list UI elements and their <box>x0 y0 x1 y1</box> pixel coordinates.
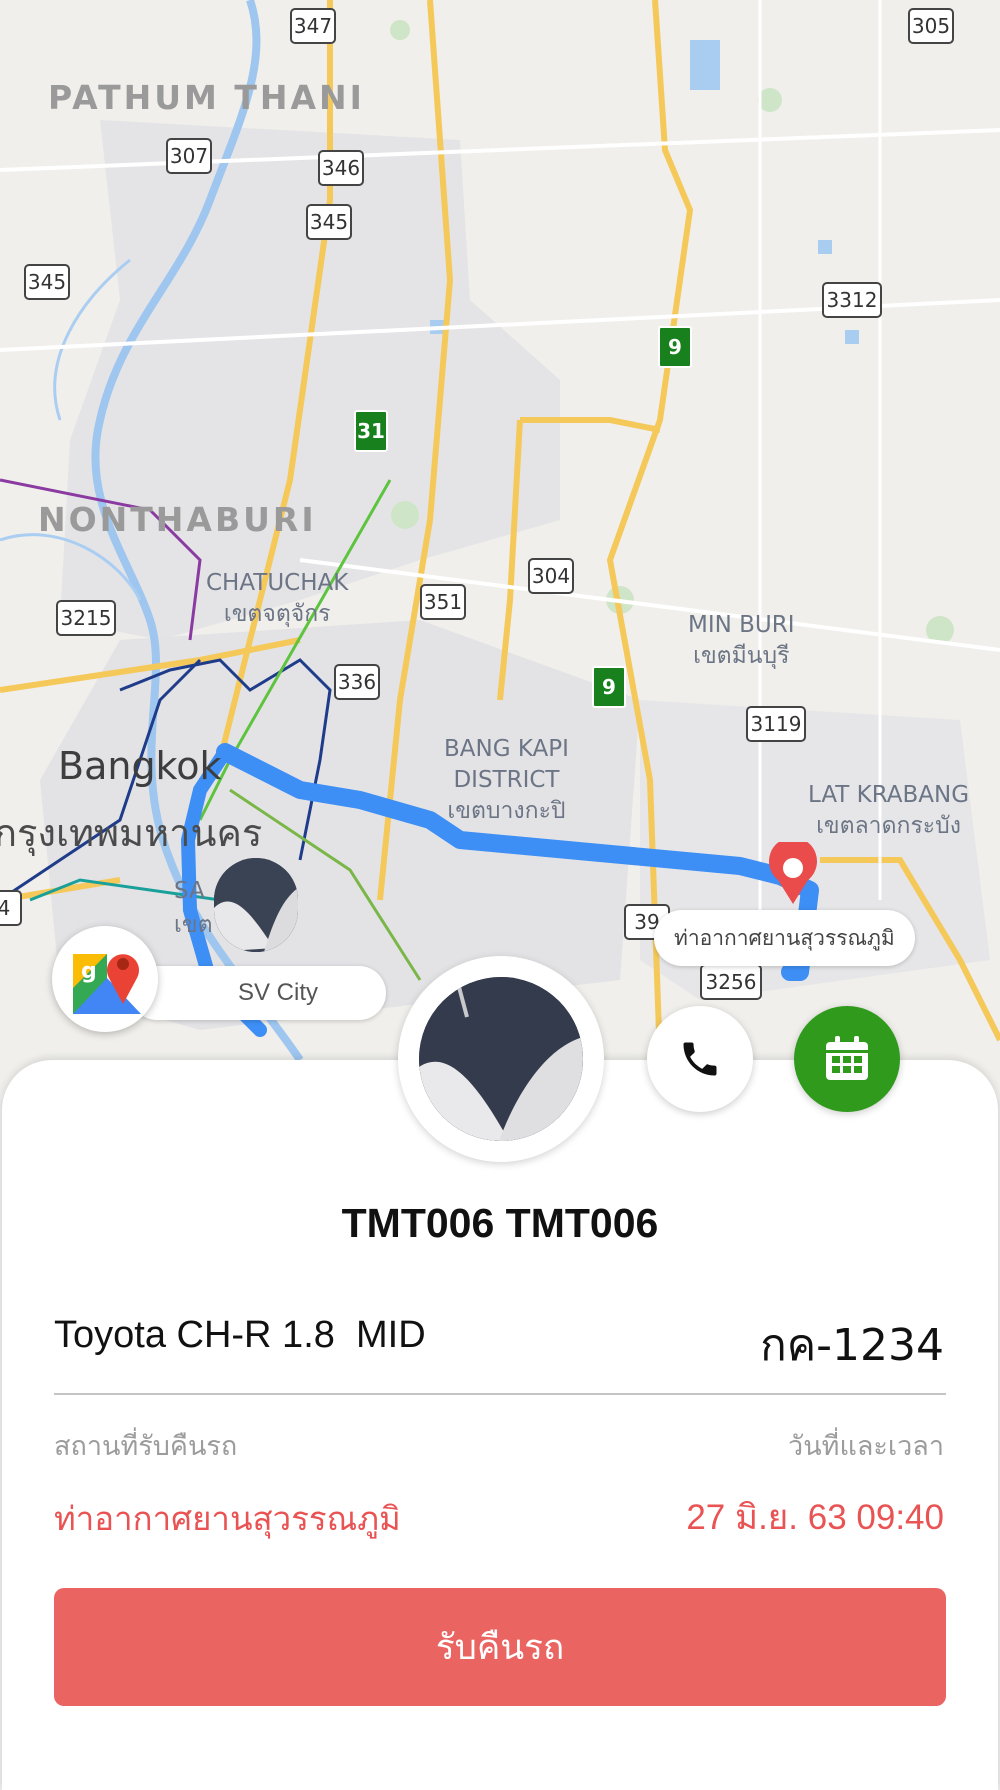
driver-photo <box>419 977 583 1141</box>
partial-district-label: SA <box>174 878 205 904</box>
route-shield: 345 <box>24 264 70 300</box>
region-label-pathum-thani: PATHUM THANI <box>48 78 365 117</box>
district-th: เขตลาดกระบัง <box>816 813 961 839</box>
district-label-chatuchak: CHATUCHAK เขตจตุจักร <box>206 568 348 630</box>
datetime-label: วันที่และเวลา <box>788 1431 944 1462</box>
district-en-2: DISTRICT <box>453 767 560 793</box>
svg-text:g: g <box>81 959 97 984</box>
district-th: เขตบางกะปิ <box>447 798 566 824</box>
route-shield: 3256 <box>700 964 762 1000</box>
map-view[interactable]: PATHUM THANI NONTHABURI CHATUCHAK เขตจตุ… <box>0 0 1000 1100</box>
driver-avatar <box>398 956 604 1162</box>
destination-pin-icon[interactable] <box>766 842 820 906</box>
route-shield: 336 <box>334 664 380 700</box>
google-maps-icon: g <box>73 954 141 1014</box>
driver-marker-photo <box>214 858 298 952</box>
route-shield: 304 <box>528 558 574 594</box>
driver-photo-image <box>419 977 583 1141</box>
district-label-lat-krabang: LAT KRABANG เขตลาดกระบัง <box>808 780 969 842</box>
district-en: CHATUCHAK <box>206 570 349 596</box>
car-model: Toyota CH-R 1.8 MID <box>54 1314 426 1356</box>
divider <box>54 1393 946 1395</box>
route-shield: 3119 <box>746 706 806 742</box>
route-shield: 3312 <box>822 282 882 318</box>
call-button[interactable] <box>647 1006 753 1112</box>
location-label: สถานที่รับคืนรถ <box>54 1431 238 1462</box>
return-car-button[interactable]: รับคืนรถ <box>54 1588 946 1706</box>
destination-pin-shape <box>769 842 817 904</box>
district-en: BANG KAPI <box>444 736 569 762</box>
datetime-value: 27 มิ.ย. 63 09:40 <box>686 1498 944 1537</box>
district-en: LAT KRABANG <box>808 782 970 808</box>
partial-district-label-th: เขต <box>174 912 213 938</box>
route-shield: 4 <box>0 890 22 926</box>
destination-label[interactable]: ท่าอากาศยานสุวรรณภูมิ <box>654 910 915 966</box>
highway-shield: 9 <box>658 326 692 368</box>
route-shield: 3215 <box>56 600 116 636</box>
district-th: เขตจตุจักร <box>223 601 331 627</box>
origin-label[interactable]: SV City <box>130 966 386 1020</box>
phone-icon <box>683 1042 717 1076</box>
google-maps-button[interactable]: g <box>52 926 158 1032</box>
district-th: เขตมีนบุรี <box>693 643 790 669</box>
calendar-icon <box>826 1036 868 1080</box>
driver-name: TMT006 TMT006 <box>341 1200 659 1246</box>
route-shield: 347 <box>290 8 336 44</box>
driver-marker-icon[interactable] <box>214 858 298 952</box>
highway-shield: 9 <box>592 666 626 708</box>
calendar-button[interactable] <box>794 1006 900 1112</box>
location-value: ท่าอากาศยานสุวรรณภูมิ <box>54 1499 401 1538</box>
city-label-bangkok-th: กรุงเทพมหานคร <box>0 811 263 855</box>
route-shield: 307 <box>166 138 212 174</box>
district-en: MIN BURI <box>688 612 795 638</box>
route-shield: 351 <box>420 584 466 620</box>
district-label-bang-kapi: BANG KAPI DISTRICT เขตบางกะปิ <box>444 734 569 827</box>
route-shield: 346 <box>318 150 364 186</box>
city-label-bangkok: Bangkok <box>58 744 222 788</box>
license-plate: กค-1234 <box>760 1320 944 1371</box>
highway-shield: 31 <box>354 410 388 452</box>
district-label-min-buri: MIN BURI เขตมีนบุรี <box>688 610 795 672</box>
route-shield: 305 <box>908 8 954 44</box>
route-shield: 345 <box>306 204 352 240</box>
region-label-nonthaburi: NONTHABURI <box>38 500 317 539</box>
